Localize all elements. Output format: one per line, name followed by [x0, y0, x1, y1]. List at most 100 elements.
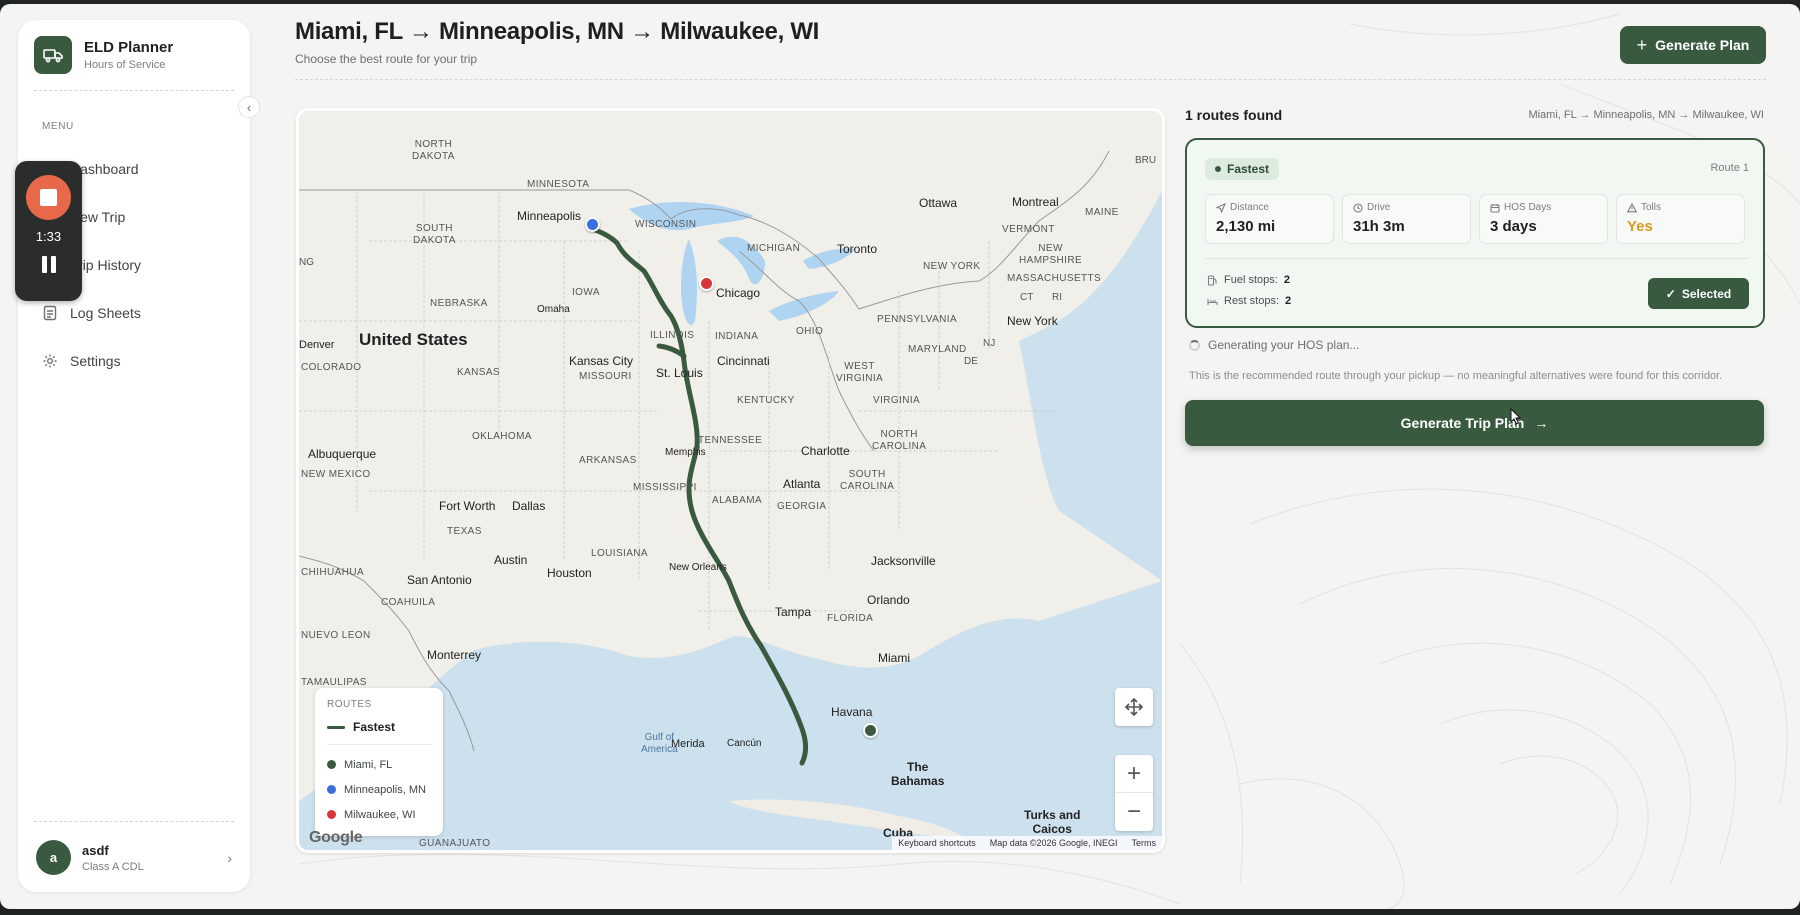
route-note: This is the recommended route through yo… — [1189, 370, 1723, 382]
divider — [34, 90, 234, 91]
generate-trip-plan-button[interactable]: Generate Trip Plan → — [1185, 400, 1764, 446]
rest-stops: Rest stops: 2 — [1207, 295, 1291, 307]
zoom-out-button[interactable]: − — [1115, 793, 1153, 831]
city-label: Memphis — [665, 447, 706, 458]
menu-label: MENU — [42, 121, 74, 132]
legend-stop-label: Minneapolis, MN — [344, 783, 426, 796]
map-attribution: Keyboard shortcuts Map data ©2026 Google… — [892, 836, 1162, 850]
state-label: OHIO — [796, 326, 824, 337]
destination-dot-icon — [327, 810, 336, 819]
state-label: NORTH CAROLINA — [872, 429, 927, 452]
keyboard-shortcuts-link[interactable]: Keyboard shortcuts — [898, 838, 976, 848]
app-subtitle: Hours of Service — [84, 59, 166, 71]
stat-drive: Drive 31h 3m — [1342, 194, 1471, 244]
state-label: MINNESOTA — [527, 179, 590, 190]
zoom-in-button[interactable]: + — [1115, 755, 1153, 793]
route-number: Route 1 — [1710, 162, 1749, 174]
arrow-right-icon: → — [1534, 415, 1549, 431]
stat-label: HOS Days — [1504, 202, 1552, 213]
city-label: Atlanta — [783, 477, 821, 491]
waypoint-marker[interactable] — [585, 217, 600, 232]
chevron-left-icon: ‹ — [246, 99, 252, 115]
generate-plan-button[interactable]: + Generate Plan — [1620, 26, 1766, 64]
map-legend: ROUTES Fastest Miami, FL Minneapolis, MN… — [315, 688, 443, 836]
legend-title: ROUTES — [327, 699, 372, 710]
legend-route[interactable]: Fastest — [327, 720, 431, 734]
route-map[interactable]: NORTH DAKOTA MINNESOTA SOUTH DAKOTA WISC… — [296, 108, 1165, 853]
origin-marker[interactable] — [863, 723, 878, 738]
state-label: RI — [1052, 292, 1062, 303]
city-label: Kansas City — [569, 354, 634, 368]
state-label: CT — [1020, 292, 1034, 303]
user-role: Class A CDL — [82, 860, 144, 873]
state-label: MISSOURI — [579, 371, 632, 382]
state-label: NEW MEXICO — [301, 469, 371, 480]
app-window: ELD Planner Hours of Service MENU Dashbo… — [0, 4, 1800, 909]
city-label: San Antonio — [407, 573, 472, 587]
city-label: New Orleans — [669, 562, 727, 573]
plus-icon: + — [1636, 34, 1648, 55]
app-name: ELD Planner — [84, 39, 174, 56]
route-card[interactable]: Fastest Route 1 Distance 2,130 mi Drive … — [1185, 138, 1765, 328]
recenter-button[interactable] — [1115, 688, 1153, 726]
rest-stops-label: Rest stops: — [1224, 295, 1280, 307]
country-label: Turks and Caicos — [1024, 808, 1081, 836]
city-label: Havana — [831, 705, 873, 719]
state-label: ARKANSAS — [579, 455, 637, 466]
legend-stop-label: Miami, FL — [344, 758, 393, 771]
stop-icon — [40, 189, 57, 206]
state-label: OKLAHOMA — [472, 431, 532, 442]
city-label: Albuquerque — [308, 447, 377, 461]
divider — [34, 821, 234, 822]
state-label: IOWA — [572, 287, 600, 298]
state-label: VERMONT — [1002, 224, 1055, 235]
selected-button[interactable]: ✓ Selected — [1648, 278, 1749, 309]
city-label: Omaha — [537, 304, 570, 315]
google-logo: Google — [309, 829, 363, 846]
sidebar-item-label: Log Sheets — [70, 305, 141, 321]
mouse-cursor-icon — [1510, 408, 1522, 425]
sidebar-item-settings[interactable]: Settings — [34, 337, 234, 385]
warning-icon — [1627, 202, 1637, 212]
stat-label: Drive — [1367, 202, 1391, 213]
state-label: MICHIGAN — [747, 243, 801, 254]
state-label: NEBRASKA — [430, 298, 488, 309]
destination-marker[interactable] — [699, 276, 714, 291]
stat-value: Yes — [1627, 218, 1653, 235]
user-name: asdf — [82, 842, 109, 858]
brand[interactable]: ELD Planner Hours of Service — [34, 36, 173, 74]
state-label: NEW HAMPSHIRE — [1019, 243, 1083, 266]
country-label: United States — [359, 330, 468, 349]
fuel-stops-label: Fuel stops: — [1224, 274, 1278, 286]
user-profile[interactable]: a asdf Class A CDL › — [36, 840, 232, 875]
divider — [1205, 258, 1749, 259]
legend-route-label: Fastest — [353, 720, 396, 734]
state-label: CHIHUAHUA — [301, 567, 365, 578]
state-label: COLORADO — [301, 362, 362, 373]
navigation-icon — [1216, 202, 1226, 213]
pause-icon[interactable] — [41, 256, 56, 273]
divider — [327, 744, 431, 745]
avatar: a — [36, 840, 71, 875]
state-label: NUEVO LEON — [301, 630, 371, 641]
page-subtitle: Choose the best route for your trip — [295, 52, 478, 66]
collapse-sidebar-button[interactable]: ‹ — [238, 96, 260, 118]
state-label: INDIANA — [715, 331, 759, 342]
state-label: PENNSYLVANIA — [877, 314, 958, 325]
state-label: BRU — [1135, 155, 1157, 166]
routes-count: 1 routes found — [1185, 107, 1283, 123]
terms-link[interactable]: Terms — [1132, 838, 1157, 848]
state-label: MASSACHUSETTS — [1007, 273, 1102, 284]
screen-recorder: 1:33 — [15, 161, 82, 301]
stop-recording-button[interactable] — [26, 175, 71, 220]
stat-value: 2,130 mi — [1216, 218, 1276, 235]
state-label: GUANAJUATO — [419, 838, 491, 849]
state-label: VIRGINIA — [873, 395, 921, 406]
stat-value: 31h 3m — [1353, 218, 1405, 235]
legend-stop: Minneapolis, MN — [327, 777, 431, 802]
state-label: WEST VIRGINIA — [836, 361, 884, 384]
city-label: Monterrey — [427, 648, 482, 662]
legend-stop: Milwaukee, WI — [327, 802, 431, 827]
state-label: NG — [299, 257, 314, 268]
city-label: Houston — [547, 566, 592, 580]
